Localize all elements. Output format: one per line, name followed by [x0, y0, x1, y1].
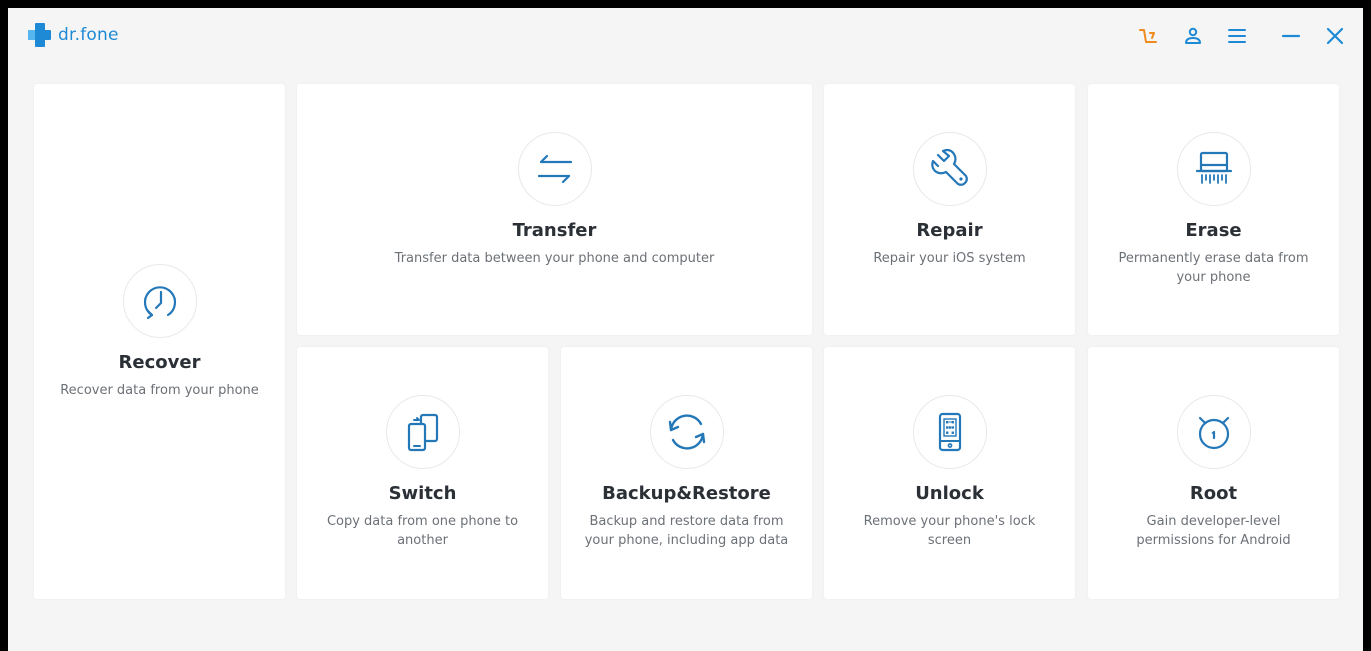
recover-title: Recover: [118, 352, 201, 373]
repair-card[interactable]: Repair Repair your iOS system: [824, 84, 1075, 335]
switch-icon-circle: [385, 395, 460, 469]
app-logo: dr.fone: [26, 22, 119, 48]
stopwatch-icon: [1198, 416, 1229, 450]
switch-title: Switch: [388, 483, 457, 504]
transfer-card[interactable]: Transfer Transfer data between your phon…: [297, 84, 812, 335]
erase-title: Erase: [1185, 220, 1242, 241]
root-title: Root: [1189, 483, 1238, 504]
unlock-title: Unlock: [915, 483, 984, 504]
repair-desc: Repair your iOS system: [873, 251, 1026, 266]
account-button[interactable]: [1179, 22, 1207, 50]
menu-button[interactable]: [1223, 22, 1251, 50]
cart-icon: [1139, 29, 1157, 43]
phone-lock-icon: [938, 412, 961, 452]
recover-icon-circle: [122, 264, 197, 338]
repair-icon-circle: [912, 132, 987, 206]
repair-title: Repair: [916, 220, 983, 241]
recover-desc: Recover data from your phone: [60, 383, 259, 398]
transfer-arrows-icon: [537, 154, 572, 184]
transfer-desc: Transfer data between your phone and com…: [394, 251, 715, 266]
shredder-icon: [1195, 151, 1232, 184]
minimize-button[interactable]: [1277, 22, 1305, 50]
app-window: dr.fone Recover Recover data from your p…: [8, 8, 1363, 651]
switch-desc: Copy data from one phone to another: [326, 514, 519, 548]
wrench-icon: [930, 148, 968, 186]
erase-desc: Permanently erase data from your phone: [1118, 251, 1309, 285]
sync-icon: [668, 414, 705, 450]
root-card[interactable]: Root Gain developer-level permissions fo…: [1088, 347, 1339, 599]
switch-card[interactable]: Switch Copy data from one phone to anoth…: [297, 347, 548, 599]
window-controls: [1135, 22, 1349, 50]
recover-card[interactable]: Recover Recover data from your phone: [34, 84, 285, 599]
transfer-title: Transfer: [512, 220, 597, 241]
backup-restore-card[interactable]: Backup&Restore Backup and restore data f…: [561, 347, 812, 599]
root-icon-circle: [1176, 395, 1251, 469]
drfone-logo-icon: [28, 23, 51, 47]
app-name: dr.fone: [58, 25, 119, 45]
erase-icon-circle: [1176, 132, 1251, 206]
phone-switch-icon: [407, 413, 438, 452]
menu-icon: [1228, 29, 1246, 43]
cart-button[interactable]: [1135, 22, 1163, 50]
clock-icon: [143, 286, 176, 320]
erase-card[interactable]: Erase Permanently erase data from your p…: [1088, 84, 1339, 335]
close-button[interactable]: [1321, 22, 1349, 50]
title-bar: dr.fone: [8, 8, 1363, 64]
user-icon: [1185, 27, 1201, 44]
root-desc: Gain developer-level permissions for And…: [1136, 514, 1291, 548]
unlock-icon-circle: [912, 395, 987, 469]
backup-title: Backup&Restore: [602, 483, 771, 504]
close-icon: [1326, 27, 1344, 45]
transfer-icon-circle: [517, 132, 592, 206]
backup-icon-circle: [649, 395, 724, 469]
unlock-card[interactable]: Unlock Remove your phone's lock screen: [824, 347, 1075, 599]
unlock-desc: Remove your phone's lock screen: [863, 514, 1036, 548]
backup-desc: Backup and restore data from your phone,…: [584, 514, 789, 548]
minimize-icon: [1281, 34, 1301, 38]
